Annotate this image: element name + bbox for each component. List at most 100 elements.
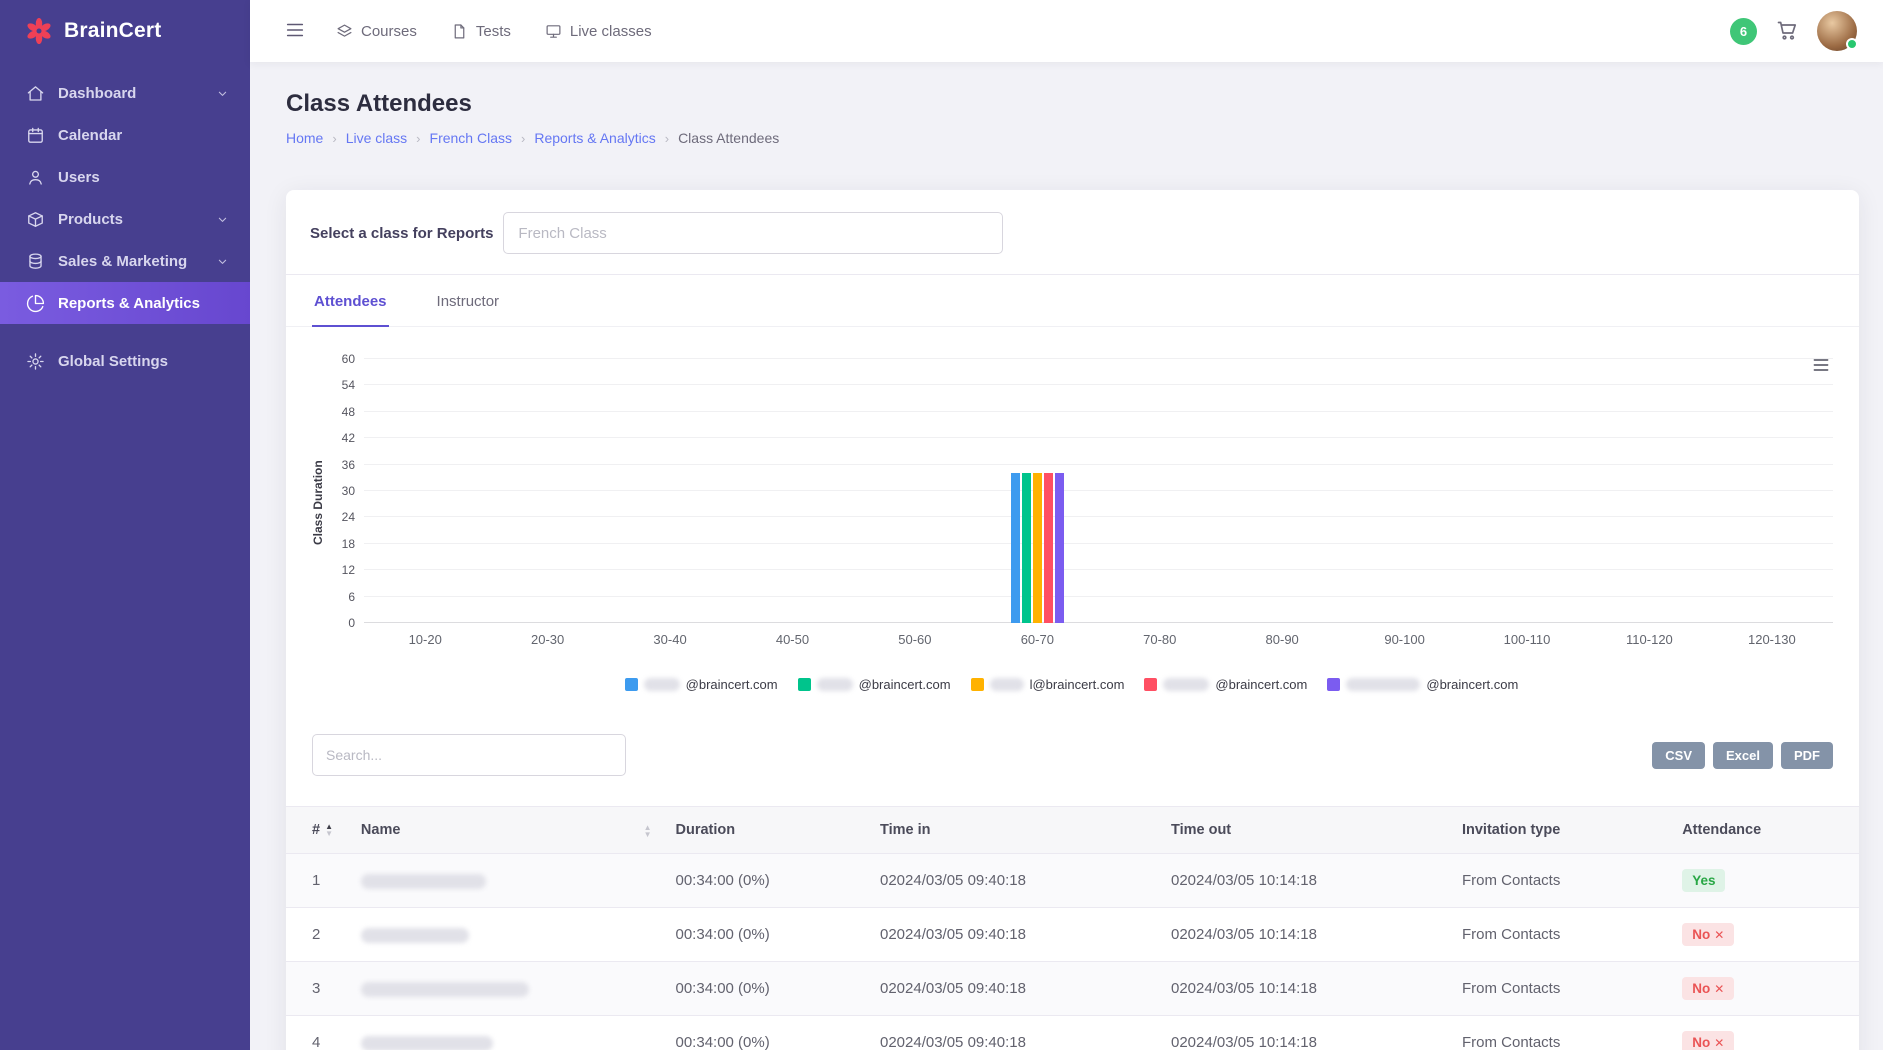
sidebar-item-label: Products [58,210,124,228]
legend-swatch [797,678,811,691]
legend-item[interactable]: @braincert.com [1144,677,1307,692]
x-tick-label: 10-20 [408,632,442,647]
topnav-tests[interactable]: Tests [451,23,511,40]
table-row[interactable]: 2 00:34:00 (0%) 02024/03/05 09:40:18 02024/… [286,907,1859,962]
breadcrumb-separator: › [332,130,337,146]
column-header-num[interactable]: # ▲ ▼ [286,806,349,854]
legend-item[interactable]: @braincert.com [624,677,778,692]
export-excel-button[interactable]: Excel [1713,741,1773,769]
table-row[interactable]: 4 00:34:00 (0%) 02024/03/05 09:40:18 02024/… [286,1015,1859,1050]
chevron-down-icon [215,254,230,269]
category-slot-10-20 [364,359,486,623]
brand-logo[interactable]: BrainCert [0,0,250,62]
y-tick-label: 36 [341,457,355,472]
legend-item[interactable]: l@braincert.com [970,677,1124,692]
redacted-name [360,1035,493,1050]
legend-item[interactable]: @braincert.com [1327,677,1518,692]
search-input[interactable] [312,734,626,776]
export-pdf-button[interactable]: PDF [1781,741,1833,769]
x-icon: ✕ [1714,981,1725,996]
plot-area [364,359,1833,623]
legend-item[interactable]: @braincert.com [797,677,951,692]
calendar-icon [26,126,45,145]
sidebar-item-sales-marketing[interactable]: Sales & Marketing [0,240,250,282]
bar[interactable] [1032,473,1042,623]
bar[interactable] [1010,473,1020,623]
cell-attendance: No ✕ [1670,961,1859,1016]
y-tick-label: 48 [341,404,355,419]
attendance-chart: Class Duration 0 6 12 18 24 30 36 42 48 54 60 10-2… [310,352,1833,647]
cell-duration: 00:34:00 (0%) [663,853,868,908]
breadcrumb-separator: › [520,130,526,146]
table-header-row: # ▲ ▼ Name ▲ ▼ Duration Time in Time out Invitati… [286,806,1859,854]
attendees-table: # ▲ ▼ Name ▲ ▼ Duration Time in Time out Invitati… [286,806,1859,1050]
topnav-live-classes[interactable]: Live classes [545,23,652,40]
y-tick-label: 12 [341,563,355,578]
breadcrumb-separator: › [416,130,421,146]
cell-name [348,961,664,1016]
sidebar-item-global-settings[interactable]: Global Settings [0,340,250,382]
column-header-time-out[interactable]: Time out [1158,806,1450,854]
column-header-time-in[interactable]: Time in [867,806,1159,854]
class-select-input[interactable] [503,212,1004,254]
x-tick-label: 70-80 [1143,632,1177,647]
category-slot-40-50 [731,359,853,623]
cell-invitation-type: From Contacts [1449,961,1671,1016]
column-header-attendance[interactable]: Attendance [1670,806,1859,854]
y-tick-label: 30 [341,484,355,498]
sort-icon[interactable]: ▲ ▼ [325,823,333,838]
breadcrumb-link-french-class[interactable]: French Class [430,130,512,146]
category-slot-120-130 [1711,359,1833,623]
x-tick-label: 30-40 [653,632,687,647]
table-toolbar: CSVExcel PDF [286,734,1859,776]
chart-main: 0 6 12 18 24 30 36 42 48 54 60 10-20 20-30 30-40 40-5… [326,352,1833,647]
cell-duration: 00:34:00 (0%) [663,1015,868,1050]
redacted-name [360,927,469,943]
table-row[interactable]: 1 00:34:00 (0%) 02024/03/05 09:40:18 02024/… [286,853,1859,908]
y-axis-title: Class Duration [311,460,325,546]
sidebar-item-label: Calendar [58,126,123,144]
attendance-badge: No ✕ [1682,977,1735,1000]
bar[interactable] [1054,473,1064,623]
sidebar-item-users[interactable]: Users [0,156,250,198]
breadcrumb-link-live-class[interactable]: Live class [346,130,407,146]
cell-invitation-type: From Contacts [1449,853,1671,908]
export-csv-button[interactable]: CSV [1652,741,1706,769]
x-tick-label: 50-60 [898,632,932,647]
avatar[interactable] [1817,11,1858,51]
breadcrumb-link-reports-analytics[interactable]: Reports & Analytics [534,130,655,146]
cart-button[interactable] [1775,18,1799,45]
sidebar-item-products[interactable]: Products [0,198,250,240]
table-row[interactable]: 3 00:34:00 (0%) 02024/03/05 09:40:18 02024/… [286,961,1859,1016]
notification-badge[interactable]: 6 [1730,17,1757,45]
category-slot-110-120 [1588,359,1710,623]
tab-instructor[interactable]: Instructor [435,275,502,327]
sidebar-item-dashboard[interactable]: Dashboard [0,72,250,114]
cell-attendance: No ✕ [1670,1015,1859,1050]
x-tick-label: 20-30 [531,632,565,647]
tab-attendees[interactable]: Attendees [312,275,389,327]
legend-label: @braincert.com [1426,677,1519,692]
bar[interactable] [1043,473,1053,623]
sidebar-item-reports-analytics[interactable]: Reports & Analytics [0,282,250,324]
breadcrumb-link-home[interactable]: Home [286,130,323,146]
topnav-menu: Courses Tests Live classes [336,23,652,40]
chevron-down-icon [215,212,230,227]
sidebar-item-calendar[interactable]: Calendar [0,114,250,156]
column-header-duration[interactable]: Duration [663,806,868,854]
cell-time-in: 02024/03/05 09:40:18 [867,907,1159,962]
cell-attendance: No ✕ [1670,907,1859,962]
column-header-invitation-type[interactable]: Invitation type [1449,806,1671,854]
courses-icon [336,23,353,40]
category-slot-20-30 [486,359,608,623]
tests-icon [451,23,468,40]
topnav-courses[interactable]: Courses [336,23,417,40]
sidebar-item-label: Global Settings [58,352,169,370]
column-header-name[interactable]: Name ▲ ▼ [348,806,664,854]
plot: 0 6 12 18 24 30 36 42 48 54 60 [342,352,1833,630]
attendance-badge: No ✕ [1682,923,1735,946]
bar[interactable] [1021,473,1031,623]
hamburger-button[interactable] [284,19,306,44]
cell-time-out: 02024/03/05 10:14:18 [1158,907,1450,962]
sort-icon[interactable]: ▲ ▼ [644,824,652,839]
